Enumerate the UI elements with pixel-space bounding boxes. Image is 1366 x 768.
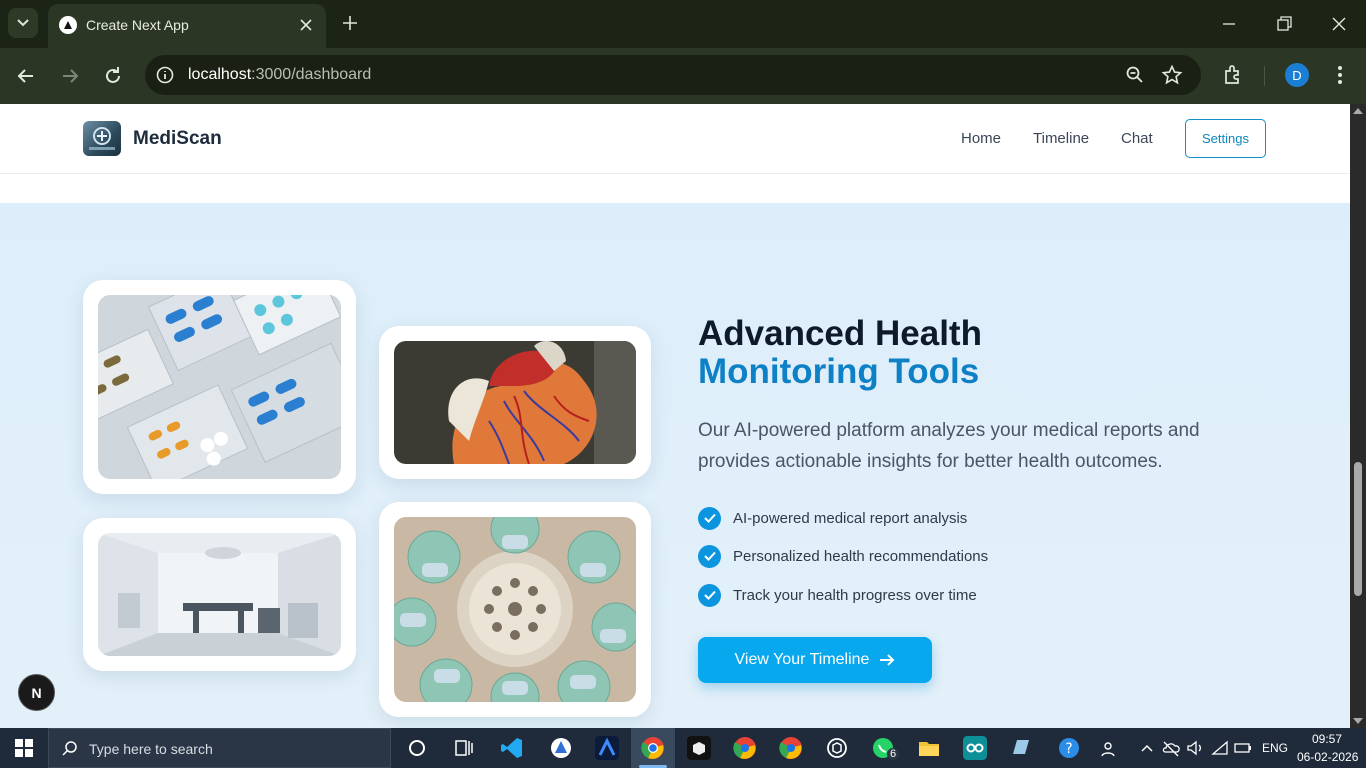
url-text: localhost:3000/dashboard [188,66,371,84]
surgeons-image [394,517,636,702]
browser-tab-bar: Create Next App [0,0,1366,48]
browser-tab[interactable]: Create Next App [48,4,326,48]
scrollbar-thumb[interactable] [1354,462,1362,596]
photo-card-heart [379,326,651,479]
feature-item: AI-powered medical report analysis [698,506,968,530]
photo-card-pills [83,280,356,494]
taskbar-active-chrome[interactable] [631,728,675,768]
site-info-icon[interactable] [155,65,175,85]
nextjs-dev-indicator[interactable]: N [18,674,55,711]
chrome-icon [641,737,664,759]
check-icon [698,544,721,568]
whatsapp-badge: 6 [887,748,900,760]
onedrive-off-icon[interactable] [1161,736,1181,760]
forward-arrow-icon[interactable] [58,64,82,88]
scroll-down-arrow-icon[interactable] [1353,718,1363,724]
task-view-icon[interactable] [452,736,476,760]
feature-item: Personalized health recommendations [698,544,989,568]
mediscan-logo[interactable] [83,121,121,156]
scroll-up-arrow-icon[interactable] [1353,108,1363,114]
hero-title-line2: Monitoring Tools [698,352,980,391]
feature-item: Track your health progress over time [698,583,977,607]
photo-card-surgeons [379,502,651,717]
hero-description: Our AI-powered platform analyzes your me… [698,420,1200,472]
back-arrow-icon[interactable] [14,64,38,88]
svg-text:?: ? [1065,741,1072,757]
people-icon[interactable] [1100,736,1120,760]
vscode-icon[interactable] [500,736,524,760]
feature-text: Track your health progress over time [733,586,977,604]
minimize-icon[interactable] [1217,12,1241,36]
page-scrollbar[interactable] [1350,104,1366,728]
page-viewport: MediScan Home Timeline Chat Settings Adv… [0,104,1350,728]
arduino-icon[interactable] [963,736,987,760]
check-icon [698,583,721,607]
tab-search-button[interactable] [8,8,38,38]
restore-icon[interactable] [1272,12,1296,36]
site-header: MediScan Home Timeline Chat Settings [0,104,1350,174]
hero-title: Advanced Health Monitoring Tools [698,315,982,391]
brand-name[interactable]: MediScan [133,128,222,150]
chrome-profile-m-icon[interactable] [733,736,757,760]
arc-icon[interactable] [595,736,619,760]
app-icon[interactable] [549,736,573,760]
browser-toolbar: localhost:3000/dashboard [0,48,1366,104]
wifi-icon[interactable] [1210,736,1230,760]
help-icon[interactable]: ? [1057,736,1081,760]
file-explorer-icon[interactable] [917,736,941,760]
taskbar-search[interactable]: Type here to search [48,728,391,768]
volume-icon[interactable] [1185,736,1205,760]
start-button[interactable] [0,728,48,768]
zoom-icon[interactable] [1125,65,1145,85]
nextjs-favicon-icon [59,16,77,34]
extensions-icon[interactable] [1221,63,1245,87]
pills-image [98,295,341,479]
nav-chat-link[interactable]: Chat [1121,130,1153,147]
photo-card-operating-room [83,518,356,671]
address-bar[interactable]: localhost:3000/dashboard [145,55,1201,95]
operating-room-image [98,533,341,656]
settings-button[interactable]: Settings [1185,119,1266,158]
language-indicator[interactable]: ENG [1262,741,1288,755]
profile-avatar[interactable]: D [1285,63,1309,87]
box-app-icon[interactable] [687,736,711,760]
clock-date[interactable]: 06-02-2026 [1297,750,1358,764]
tab-title: Create Next App [86,17,189,33]
chrome-profile-icon[interactable] [779,736,803,760]
bookmark-star-icon[interactable] [1161,64,1183,86]
close-window-icon[interactable] [1327,12,1351,36]
chatgpt-icon[interactable] [825,736,849,760]
url-path: :3000/dashboard [251,66,372,83]
more-menu-icon[interactable] [1330,63,1350,87]
toolbar-divider [1264,66,1265,86]
heart-model-image [394,341,636,464]
arrow-right-icon [880,654,895,666]
chevron-down-icon [17,19,29,27]
feature-text: AI-powered medical report analysis [733,509,968,527]
search-placeholder: Type here to search [89,741,213,757]
feature-text: Personalized health recommendations [733,547,989,565]
check-icon [698,506,721,530]
clock-time[interactable]: 09:57 [1312,732,1342,746]
hero-title-line1: Advanced Health [698,314,982,353]
reload-icon[interactable] [101,64,125,88]
hero-section: Advanced Health Monitoring Tools Our AI-… [0,203,1350,728]
notes-app-icon[interactable] [1009,736,1033,760]
new-tab-icon[interactable] [339,12,361,34]
chevron-up-icon[interactable] [1139,736,1155,760]
view-timeline-button[interactable]: View Your Timeline [698,637,932,683]
windows-logo-icon [15,739,33,757]
cortana-icon[interactable] [405,736,429,760]
search-icon [62,741,77,756]
view-timeline-label: View Your Timeline [734,651,870,668]
url-host: localhost [188,66,252,83]
battery-icon[interactable] [1233,736,1253,760]
windows-taskbar: Type here to search 6 ? ENG 09:57 06-02-… [0,728,1366,768]
nav-home-link[interactable]: Home [961,130,1001,147]
nav-timeline-link[interactable]: Timeline [1033,130,1089,147]
close-tab-icon[interactable] [296,15,316,35]
